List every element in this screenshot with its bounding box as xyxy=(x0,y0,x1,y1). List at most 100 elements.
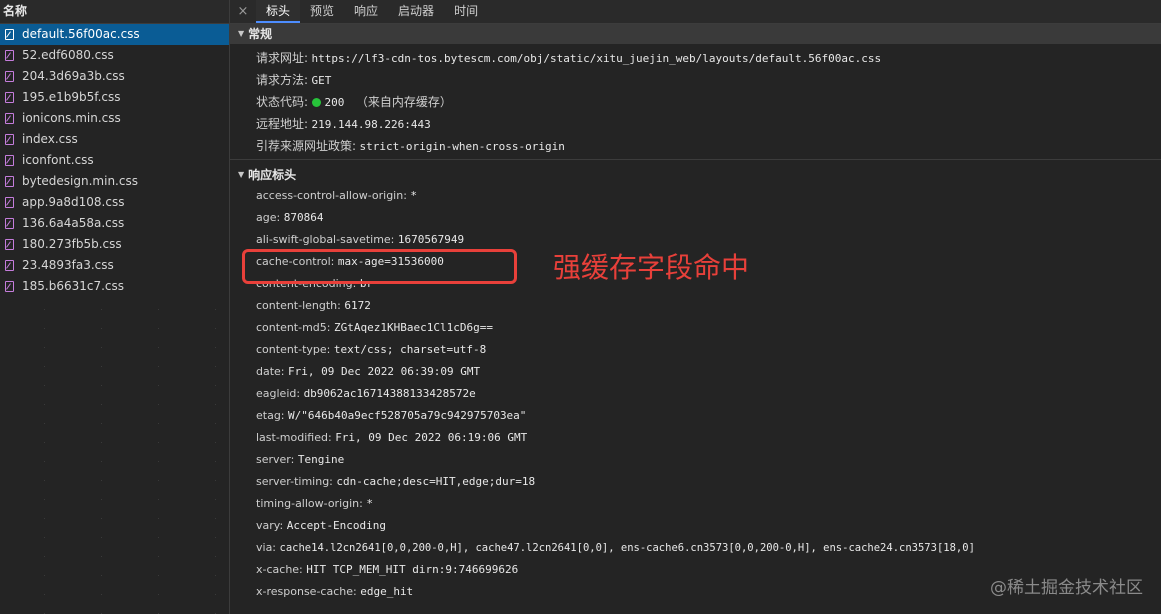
row-label: 引荐来源网址政策: xyxy=(256,139,357,153)
css-file-icon xyxy=(5,71,14,82)
header-row: ali-swift-global-savetime: 1670567949 xyxy=(230,229,1161,251)
file-row[interactable]: 136.6a4a58a.css xyxy=(0,213,229,234)
header-row: content-type: text/css; charset=utf-8 xyxy=(230,339,1161,361)
file-name: bytedesign.min.css xyxy=(22,174,138,188)
general-section-header[interactable]: ▼ 常规 xyxy=(230,24,1161,44)
details-tab-bar: × 标头 预览 响应 启动器 时间 xyxy=(230,0,1161,24)
css-file-icon xyxy=(5,29,14,40)
header-value: edge_hit xyxy=(360,585,414,598)
row-value: GET xyxy=(311,74,332,87)
tab-response[interactable]: 响应 xyxy=(344,0,388,23)
header-value: 6172 xyxy=(344,299,371,312)
file-row[interactable]: 52.edf6080.css xyxy=(0,45,229,66)
header-row: date: Fri, 09 Dec 2022 06:39:09 GMT xyxy=(230,361,1161,383)
name-column-header[interactable]: 名称 xyxy=(0,0,229,24)
file-row[interactable]: 180.273fb5b.css xyxy=(0,234,229,255)
header-key: server-timing: xyxy=(256,475,333,488)
tab-initiator[interactable]: 启动器 xyxy=(388,0,444,23)
header-key: date: xyxy=(256,365,285,378)
header-key: access-control-allow-origin: xyxy=(256,189,407,202)
tab-timing[interactable]: 时间 xyxy=(444,0,488,23)
header-row: timing-allow-origin: * xyxy=(230,493,1161,515)
request-url-row: 请求网址: https://lf3-cdn-tos.bytescm.com/ob… xyxy=(230,47,1161,69)
header-value: cdn-cache;desc=HIT,edge;dur=18 xyxy=(336,475,536,488)
header-value: Fri, 09 Dec 2022 06:39:09 GMT xyxy=(288,365,481,378)
response-header-list: access-control-allow-origin: * age: 8708… xyxy=(230,185,1161,603)
header-value: Accept-Encoding xyxy=(286,519,387,532)
tab-headers[interactable]: 标头 xyxy=(256,0,301,23)
header-row: age: 870864 xyxy=(230,207,1161,229)
file-name: 195.e1b9b5f.css xyxy=(22,90,121,104)
header-key: eagleid: xyxy=(256,387,301,400)
file-name: 23.4893fa3.css xyxy=(22,258,114,272)
watermark: @稀土掘金技术社区 xyxy=(990,578,1143,598)
header-value: ZGtAqez1KHBaec1Cl1cD6g== xyxy=(334,321,493,334)
file-row[interactable]: index.css xyxy=(0,129,229,150)
file-name: 204.3d69a3b.css xyxy=(22,69,125,83)
file-row[interactable]: iconfont.css xyxy=(0,150,229,171)
file-name: 180.273fb5b.css xyxy=(22,237,122,251)
row-label: 请求方法: xyxy=(256,73,309,87)
header-row: via: cache14.l2cn2641[0,0,200-0,H], cach… xyxy=(230,537,1161,559)
request-list-panel: 名称 default.56f00ac.css 52.edf6080.css 20… xyxy=(0,0,230,614)
expand-triangle-icon: ▼ xyxy=(238,29,245,38)
response-headers-header[interactable]: ▼ 响应标头 xyxy=(230,165,1161,185)
response-headers-section: ▼ 响应标头 access-control-allow-origin: * ag… xyxy=(230,165,1161,603)
remote-address-row: 远程地址: 219.144.98.226:443 xyxy=(230,113,1161,135)
header-row: server-timing: cdn-cache;desc=HIT,edge;d… xyxy=(230,471,1161,493)
file-list: default.56f00ac.css 52.edf6080.css 204.3… xyxy=(0,24,229,297)
header-key: last-modified: xyxy=(256,431,332,444)
section-title: 常规 xyxy=(248,27,273,41)
css-file-icon xyxy=(5,50,14,61)
status-note: （来自内存缓存） xyxy=(355,95,452,109)
file-row[interactable]: bytedesign.min.css xyxy=(0,171,229,192)
expand-triangle-icon: ▼ xyxy=(238,170,245,179)
header-key: via: xyxy=(256,541,277,554)
header-value: * xyxy=(366,497,373,510)
file-row[interactable]: ionicons.min.css xyxy=(0,108,229,129)
header-key: ali-swift-global-savetime: xyxy=(256,233,395,246)
css-file-icon xyxy=(5,239,14,250)
header-row: vary: Accept-Encoding xyxy=(230,515,1161,537)
section-title: 响应标头 xyxy=(248,168,297,182)
css-file-icon xyxy=(5,113,14,124)
status-code-value: 200 xyxy=(324,96,345,109)
row-value: strict-origin-when-cross-origin xyxy=(359,140,565,153)
request-method-row: 请求方法: GET xyxy=(230,69,1161,91)
file-name: ionicons.min.css xyxy=(22,111,121,125)
header-key: vary: xyxy=(256,519,284,532)
status-ok-dot-icon xyxy=(311,98,321,107)
css-file-icon xyxy=(5,197,14,208)
file-name: default.56f00ac.css xyxy=(22,27,140,41)
header-key: content-length: xyxy=(256,299,341,312)
header-row: etag: W/"646b40a9ecf528705a79c942975703e… xyxy=(230,405,1161,427)
header-value: HIT TCP_MEM_HIT dirn:9:746699626 xyxy=(306,563,519,576)
close-icon[interactable]: × xyxy=(230,0,256,23)
header-value: cache14.l2cn2641[0,0,200-0,H], cache47.l… xyxy=(279,542,975,554)
tab-preview[interactable]: 预览 xyxy=(300,0,344,23)
file-row[interactable]: default.56f00ac.css xyxy=(0,24,229,45)
file-row[interactable]: 185.b6631c7.css xyxy=(0,276,229,297)
file-row[interactable]: app.9a8d108.css xyxy=(0,192,229,213)
general-section: ▼ 常规 请求网址: https://lf3-cdn-tos.bytescm.c… xyxy=(230,24,1161,160)
file-row[interactable]: 204.3d69a3b.css xyxy=(0,66,229,87)
header-value: 870864 xyxy=(283,211,324,224)
header-key: age: xyxy=(256,211,281,224)
header-value: Tengine xyxy=(297,453,345,466)
file-name: 185.b6631c7.css xyxy=(22,279,125,293)
file-name: 136.6a4a58a.css xyxy=(22,216,125,230)
header-value: 1670567949 xyxy=(397,233,465,246)
header-key: etag: xyxy=(256,409,285,422)
header-row: content-length: 6172 xyxy=(230,295,1161,317)
file-name: iconfont.css xyxy=(22,153,94,167)
row-value: 219.144.98.226:443 xyxy=(311,118,431,131)
header-row: content-md5: ZGtAqez1KHBaec1Cl1cD6g== xyxy=(230,317,1161,339)
status-code-row: 状态代码: 200 （来自内存缓存） xyxy=(230,91,1161,113)
file-row[interactable]: 195.e1b9b5f.css xyxy=(0,87,229,108)
row-label: 远程地址: xyxy=(256,117,309,131)
css-file-icon xyxy=(5,134,14,145)
row-label: 状态代码: xyxy=(256,95,309,109)
header-key: timing-allow-origin: xyxy=(256,497,363,510)
file-row[interactable]: 23.4893fa3.css xyxy=(0,255,229,276)
file-name: 52.edf6080.css xyxy=(22,48,114,62)
